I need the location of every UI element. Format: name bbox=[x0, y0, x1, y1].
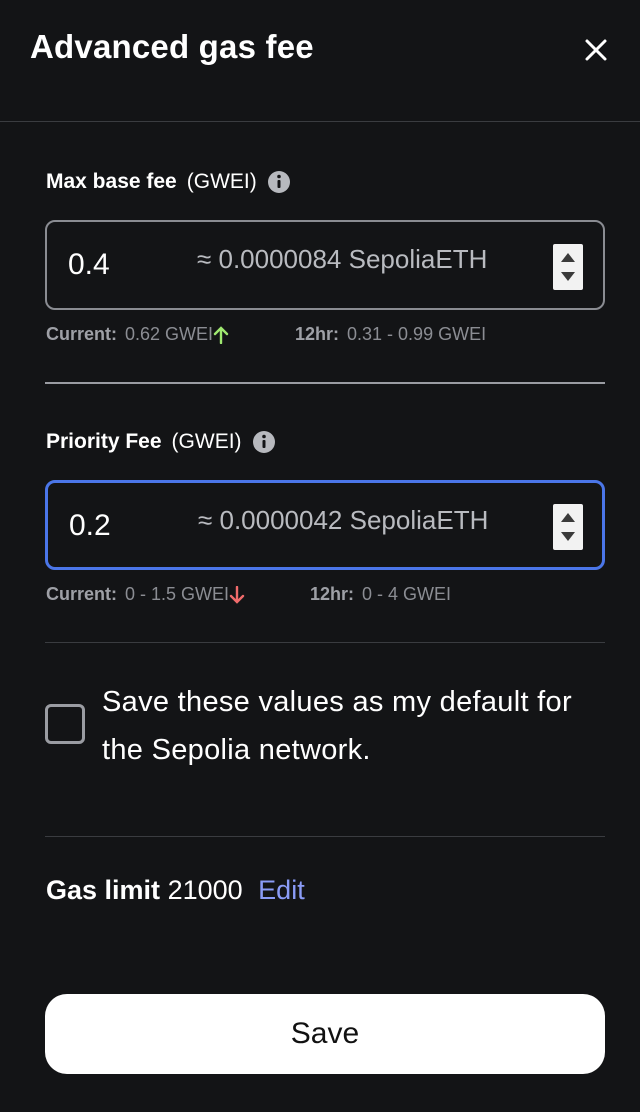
max-base-fee-current: Current: 0.62 GWEI bbox=[46, 324, 229, 345]
current-value: 0.62 GWEI bbox=[125, 324, 214, 344]
decrement-icon[interactable] bbox=[561, 272, 575, 281]
max-base-fee-label: Max base fee (GWEI) bbox=[46, 170, 291, 194]
divider bbox=[45, 836, 605, 837]
current-label: Current: bbox=[46, 584, 117, 604]
priority-fee-input[interactable]: 0.2 ≈ 0.0000042 SepoliaETH bbox=[45, 480, 605, 570]
priority-fee-value[interactable]: 0.2 bbox=[69, 509, 111, 543]
info-icon[interactable] bbox=[267, 170, 291, 194]
range-value: 0 - 4 GWEI bbox=[362, 584, 452, 604]
gas-limit-edit-link[interactable]: Edit bbox=[258, 875, 305, 905]
arrow-down-icon bbox=[229, 585, 245, 604]
save-default-checkbox[interactable] bbox=[45, 704, 85, 744]
save-default-label[interactable]: Save these values as my default for the … bbox=[102, 678, 602, 774]
current-label: Current: bbox=[46, 324, 117, 344]
max-base-fee-input[interactable]: 0.4 ≈ 0.0000084 SepoliaETH bbox=[45, 220, 605, 310]
decrement-icon[interactable] bbox=[561, 532, 575, 541]
save-button[interactable]: Save bbox=[45, 994, 605, 1074]
max-base-fee-stepper[interactable] bbox=[553, 244, 583, 290]
divider bbox=[45, 382, 605, 384]
priority-fee-stepper[interactable] bbox=[553, 504, 583, 550]
range-value: 0.31 - 0.99 GWEI bbox=[347, 324, 487, 344]
modal-header: Advanced gas fee bbox=[0, 0, 640, 122]
close-icon[interactable] bbox=[580, 34, 612, 66]
arrow-up-icon bbox=[213, 325, 229, 344]
increment-icon[interactable] bbox=[561, 513, 575, 522]
modal-title: Advanced gas fee bbox=[30, 28, 314, 65]
gas-limit-row: Gas limit 21000 Edit bbox=[46, 875, 305, 906]
gas-limit-value: 21000 bbox=[167, 875, 243, 905]
max-base-fee-unit: (GWEI) bbox=[186, 170, 257, 193]
priority-fee-approx: ≈ 0.0000042 SepoliaETH bbox=[198, 505, 489, 535]
current-value: 0 - 1.5 GWEI bbox=[125, 584, 230, 604]
priority-fee-label: Priority Fee (GWEI) bbox=[46, 430, 276, 454]
max-base-fee-value[interactable]: 0.4 bbox=[68, 248, 110, 282]
priority-fee-current: Current: 0 - 1.5 GWEI bbox=[46, 584, 245, 605]
divider bbox=[45, 642, 605, 643]
priority-fee-title: Priority Fee bbox=[46, 430, 162, 453]
range-label: 12hr: bbox=[295, 324, 340, 344]
max-base-fee-title: Max base fee bbox=[46, 170, 177, 193]
gas-limit-label: Gas limit bbox=[46, 875, 161, 905]
max-base-fee-approx: ≈ 0.0000084 SepoliaETH bbox=[197, 244, 488, 274]
increment-icon[interactable] bbox=[561, 253, 575, 262]
range-label: 12hr: bbox=[310, 584, 355, 604]
priority-fee-12hr: 12hr: 0 - 4 GWEI bbox=[310, 584, 451, 605]
max-base-fee-12hr: 12hr: 0.31 - 0.99 GWEI bbox=[295, 324, 486, 345]
priority-fee-unit: (GWEI) bbox=[171, 430, 242, 453]
info-icon[interactable] bbox=[252, 430, 276, 454]
